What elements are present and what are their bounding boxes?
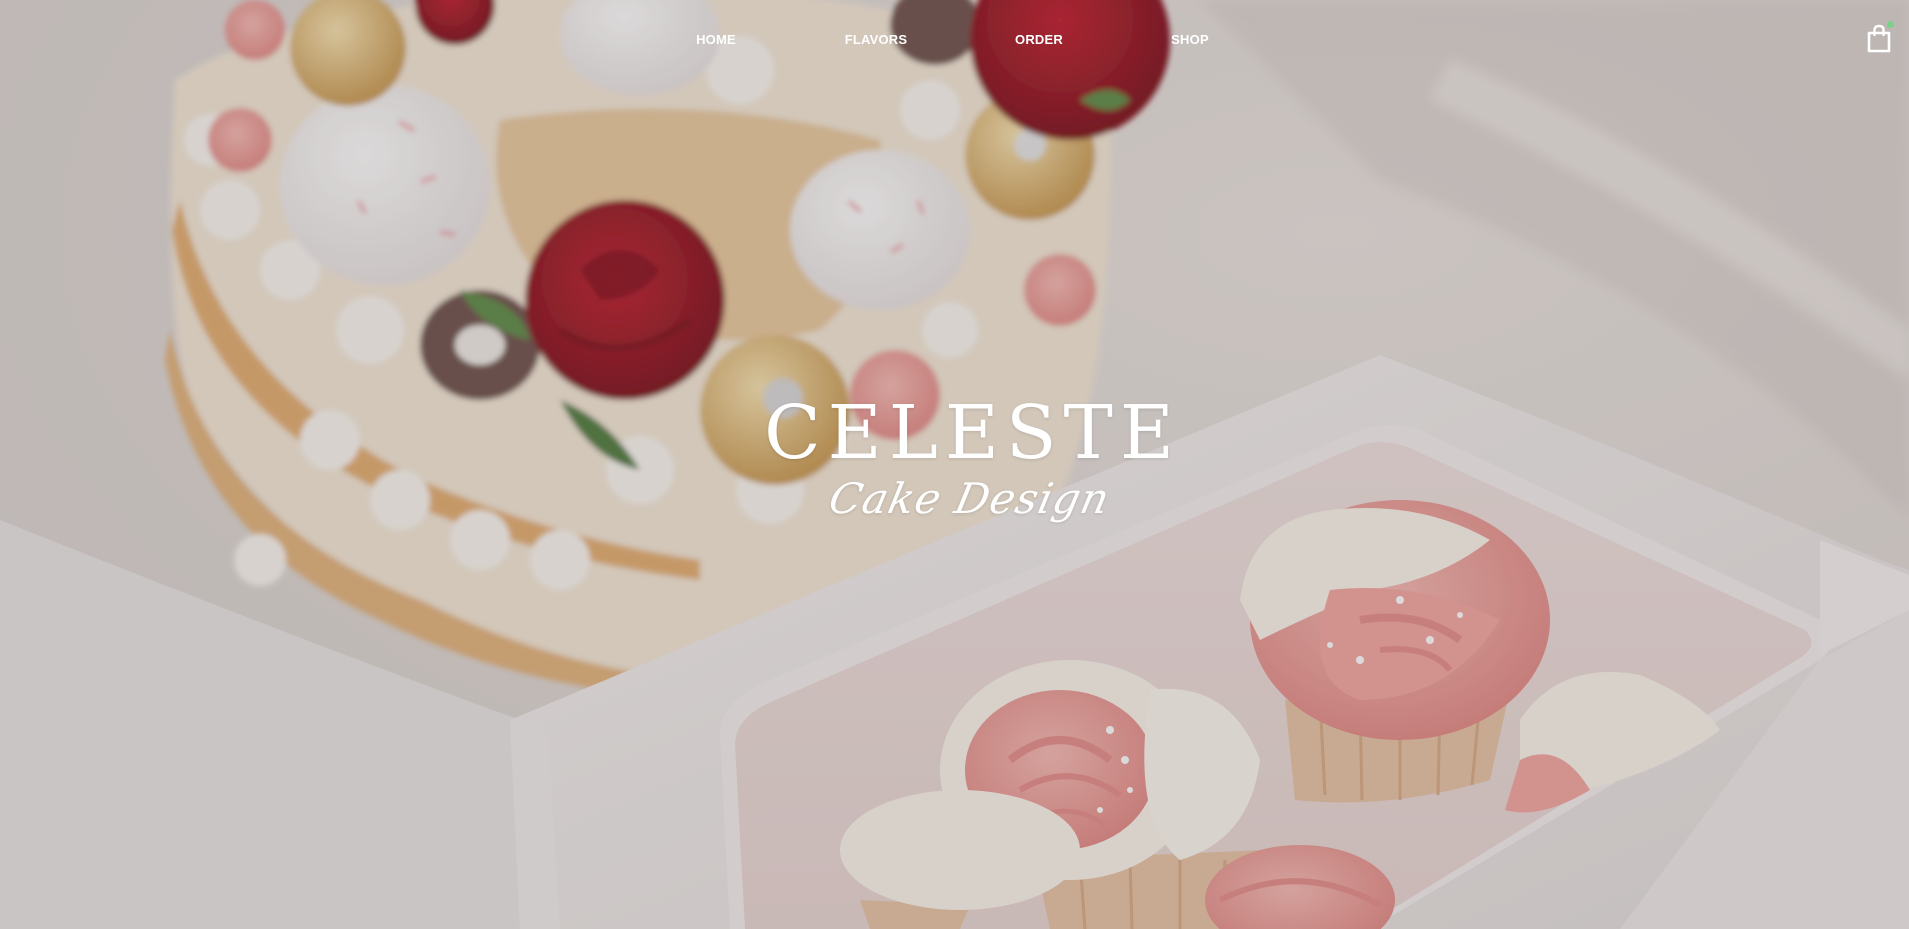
nav-home-link[interactable]: HOME bbox=[696, 32, 736, 47]
shopping-bag-icon bbox=[1867, 24, 1891, 53]
brand-tagline-container: Cake Design bbox=[0, 474, 1909, 523]
nav-flavors-link[interactable]: FLAVORS bbox=[845, 32, 908, 47]
nav-order-link[interactable]: ORDER bbox=[1015, 32, 1063, 47]
nav-shop-link[interactable]: SHOP bbox=[1171, 32, 1209, 47]
brand-logo: CELESTE bbox=[0, 396, 1909, 470]
cart-badge bbox=[1887, 21, 1894, 28]
brand-name: CELESTE bbox=[764, 390, 1181, 476]
brand-tagline: Cake Design bbox=[824, 474, 1115, 523]
hero-section: HOME FLAVORS ORDER SHOP CELESTE Cake Des… bbox=[0, 0, 1909, 929]
top-navigation: HOME FLAVORS ORDER SHOP bbox=[0, 0, 1909, 80]
cart-button[interactable] bbox=[1866, 21, 1894, 54]
